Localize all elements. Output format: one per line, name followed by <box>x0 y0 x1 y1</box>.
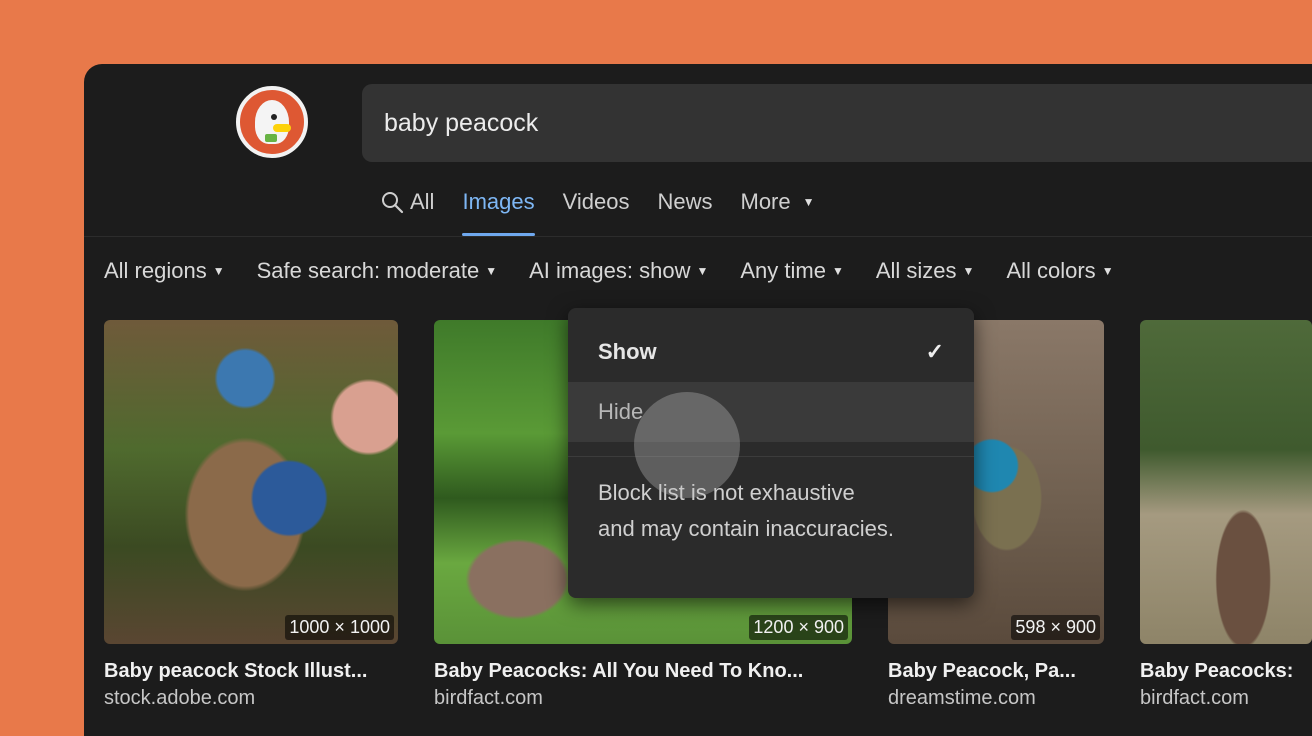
tab-more-label: More <box>740 189 791 214</box>
result-thumbnail[interactable] <box>1140 320 1312 644</box>
filter-regions[interactable]: All regions ▼ <box>104 258 225 284</box>
dropdown-note: Block list is not exhaustive and may con… <box>568 457 974 547</box>
image-dimensions: 1000 × 1000 <box>285 615 394 640</box>
checkmark-icon: ✓ <box>925 339 944 364</box>
note-line: and may contain inaccuracies. <box>598 516 894 541</box>
filter-label: Any time <box>740 258 826 283</box>
tab-all[interactable]: All <box>380 182 434 222</box>
browser-window: baby peacock All Images Videos News More… <box>84 64 1312 736</box>
tab-images[interactable]: Images <box>462 182 535 236</box>
click-cursor-indicator <box>634 392 740 498</box>
filter-colors[interactable]: All colors ▼ <box>1006 258 1113 284</box>
caret-down-icon: ▼ <box>962 264 975 278</box>
caret-down-icon: ▼ <box>831 264 844 278</box>
option-label: Hide <box>598 399 644 424</box>
tab-news[interactable]: News <box>657 182 712 222</box>
filter-sizes[interactable]: All sizes ▼ <box>876 258 975 284</box>
caret-down-icon: ▼ <box>802 195 815 209</box>
result-source[interactable]: dreamstime.com <box>888 687 1104 710</box>
filter-bar: All regions ▼ Safe search: moderate ▼ AI… <box>104 258 1114 284</box>
option-show[interactable]: Show ✓ <box>568 322 974 382</box>
tab-more[interactable]: More ▼ <box>741 182 815 222</box>
caret-down-icon: ▼ <box>696 264 709 278</box>
image-result[interactable]: 1000 × 1000 Baby peacock Stock Illust...… <box>104 320 398 710</box>
filter-label: Safe search: moderate <box>256 258 480 283</box>
search-query: baby peacock <box>384 108 539 137</box>
tab-news-label: News <box>657 189 713 214</box>
duck-icon <box>255 100 291 144</box>
result-title[interactable]: Baby Peacocks: All You Need To Kno... <box>434 660 852 683</box>
search-input[interactable]: baby peacock <box>362 84 1312 162</box>
filter-ai-images[interactable]: AI images: show ▼ <box>529 258 708 284</box>
search-tabs: All Images Videos News More ▼ <box>380 182 815 236</box>
filter-safe-search[interactable]: Safe search: moderate ▼ <box>257 258 497 284</box>
result-source[interactable]: stock.adobe.com <box>104 687 398 710</box>
filter-label: All sizes <box>875 258 957 283</box>
option-label: Show <box>598 339 657 364</box>
caret-down-icon: ▼ <box>212 264 225 278</box>
search-icon <box>382 192 404 214</box>
filter-time[interactable]: Any time ▼ <box>740 258 843 284</box>
tab-images-label: Images <box>462 189 535 214</box>
result-source[interactable]: birdfact.com <box>1140 687 1312 710</box>
filter-label: AI images: show <box>529 258 691 283</box>
image-dimensions: 598 × 900 <box>1011 615 1100 640</box>
result-title[interactable]: Baby peacock Stock Illust... <box>104 660 398 683</box>
caret-down-icon: ▼ <box>1101 264 1114 278</box>
duckduckgo-logo[interactable] <box>236 86 308 158</box>
ai-images-dropdown: Show ✓ Hide Block list is not exhaustive… <box>568 308 974 598</box>
option-hide[interactable]: Hide <box>568 382 974 442</box>
tab-videos[interactable]: Videos <box>563 182 630 222</box>
result-thumbnail[interactable]: 1000 × 1000 <box>104 320 398 644</box>
filter-label: All colors <box>1006 258 1096 283</box>
result-title[interactable]: Baby Peacock, Pa... <box>888 660 1104 683</box>
filter-label: All regions <box>104 258 207 283</box>
result-source[interactable]: birdfact.com <box>434 687 852 710</box>
image-result[interactable]: Baby Peacocks: birdfact.com <box>1140 320 1312 710</box>
result-title[interactable]: Baby Peacocks: <box>1140 660 1312 683</box>
divider <box>84 236 1312 237</box>
tab-all-label: All <box>410 189 435 214</box>
tab-videos-label: Videos <box>562 189 630 214</box>
caret-down-icon: ▼ <box>485 264 498 278</box>
image-dimensions: 1200 × 900 <box>749 615 848 640</box>
